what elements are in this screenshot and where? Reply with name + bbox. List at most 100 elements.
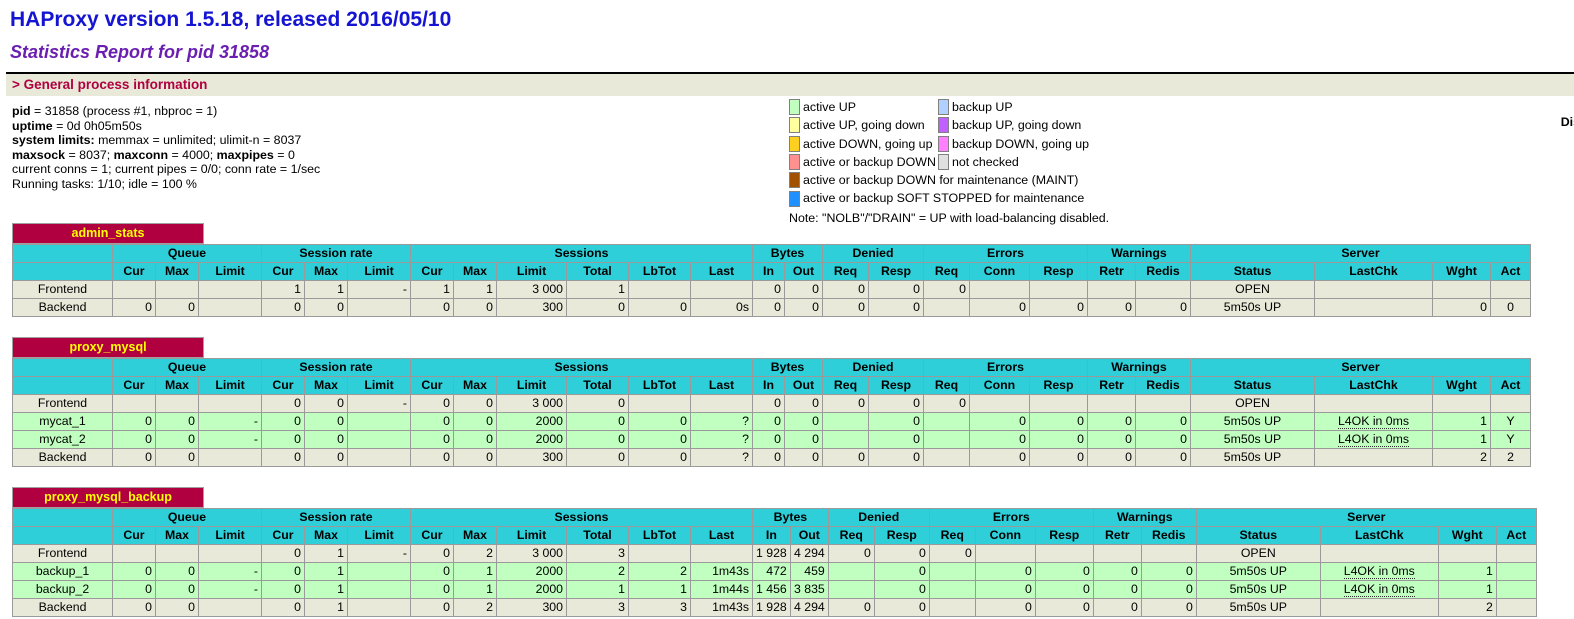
column-header-req-15[interactable]: Req [823,263,869,281]
column-header-limit-3[interactable]: Limit [199,377,262,395]
column-header-req-15[interactable]: Req [823,377,869,395]
column-header-status-22[interactable]: Status [1196,527,1320,545]
column-header-total-10[interactable]: Total [567,263,629,281]
column-header-cur-7[interactable]: Cur [411,527,454,545]
column-header-last-12[interactable]: Last [691,377,753,395]
column-header-max-5[interactable]: Max [305,377,348,395]
general-process-information-bar[interactable]: > General process information [6,74,1574,97]
column-header-total-10[interactable]: Total [567,527,629,545]
column-header-max-8[interactable]: Max [454,377,497,395]
column-header-cur-1[interactable]: Cur [113,263,156,281]
column-header-limit-9[interactable]: Limit [497,527,567,545]
row-name-backend[interactable]: Backend [13,449,113,467]
column-header-limit-3[interactable]: Limit [199,263,262,281]
column-header-retr-20[interactable]: Retr [1093,527,1141,545]
row-name-frontend[interactable]: Frontend [13,395,113,413]
column-header-out-14[interactable]: Out [785,263,823,281]
column-header-limit-6[interactable]: Limit [348,263,411,281]
column-header-max-2[interactable]: Max [156,377,199,395]
row-name-server[interactable]: backup_1 [13,563,113,581]
column-header-resp-16[interactable]: Resp [869,377,924,395]
column-header-total-10[interactable]: Total [567,377,629,395]
table-row[interactable]: Backend00 00 0030000?0000 00005m50s UP 2… [13,449,1531,467]
column-header-blank[interactable] [13,377,113,395]
column-header-last-12[interactable]: Last [691,263,753,281]
table-row[interactable]: Frontend 00-003 0000 00000 OPEN [13,395,1531,413]
column-header-conn-18[interactable]: Conn [970,377,1030,395]
table-row[interactable]: mycat_100-00 00200000?00 0 00005m50s UPL… [13,413,1531,431]
row-name-server[interactable]: mycat_2 [13,431,113,449]
column-header-redis-21[interactable]: Redis [1136,377,1191,395]
column-header-lastchk-23[interactable]: LastChk [1315,377,1433,395]
proxy-name-header[interactable]: admin_stats [12,223,204,244]
column-header-req-17[interactable]: Req [924,263,970,281]
column-header-blank[interactable] [13,263,113,281]
column-header-cur-4[interactable]: Cur [262,377,305,395]
column-header-max-8[interactable]: Max [454,527,497,545]
column-header-retr-20[interactable]: Retr [1088,377,1136,395]
column-header-cur-7[interactable]: Cur [411,377,454,395]
row-name-frontend[interactable]: Frontend [13,281,113,299]
column-header-limit-6[interactable]: Limit [348,527,411,545]
row-name-server[interactable]: backup_2 [13,581,113,599]
table-row[interactable]: Backend00 00 00300000s0000 00005m50s UP … [13,299,1531,317]
column-header-resp-16[interactable]: Resp [869,263,924,281]
column-header-out-14[interactable]: Out [790,527,828,545]
column-header-redis-21[interactable]: Redis [1136,263,1191,281]
column-header-blank[interactable] [13,527,113,545]
column-header-in-13[interactable]: In [753,263,785,281]
column-header-last-12[interactable]: Last [691,527,753,545]
column-header-wght-24[interactable]: Wght [1433,263,1491,281]
column-header-cur-7[interactable]: Cur [411,263,454,281]
column-header-req-15[interactable]: Req [828,527,874,545]
table-row[interactable]: Backend00 01 02300331m43s1 9284 29400 00… [13,599,1537,617]
column-header-cur-4[interactable]: Cur [262,527,305,545]
column-header-limit-6[interactable]: Limit [348,377,411,395]
column-header-lbtot-11[interactable]: LbTot [629,377,691,395]
column-header-redis-21[interactable]: Redis [1141,527,1196,545]
proxy-name-header[interactable]: proxy_mysql_backup [12,487,204,508]
row-name-backend[interactable]: Backend [13,599,113,617]
table-row[interactable]: backup_200-01 012000111m44s1 4563 835 0 … [13,581,1537,599]
column-header-max-2[interactable]: Max [156,527,199,545]
column-header-act-25[interactable]: Act [1491,377,1531,395]
column-header-in-13[interactable]: In [753,377,785,395]
column-header-max-2[interactable]: Max [156,263,199,281]
column-header-cur-4[interactable]: Cur [262,263,305,281]
row-name-frontend[interactable]: Frontend [13,545,113,563]
column-header-lastchk-23[interactable]: LastChk [1320,527,1438,545]
column-header-resp-16[interactable]: Resp [874,527,929,545]
column-header-resp-19[interactable]: Resp [1030,263,1088,281]
column-header-cur-1[interactable]: Cur [113,377,156,395]
display-option-link[interactable]: Dis [1561,115,1574,129]
column-header-act-25[interactable]: Act [1491,263,1531,281]
column-header-status-22[interactable]: Status [1191,263,1315,281]
table-row[interactable]: backup_100-01 012000221m43s472459 0 0000… [13,563,1537,581]
column-header-max-8[interactable]: Max [454,263,497,281]
column-header-lbtot-11[interactable]: LbTot [629,263,691,281]
table-row[interactable]: Frontend 11-113 0001 00000 OPEN [13,281,1531,299]
column-header-in-13[interactable]: In [753,527,791,545]
column-header-lastchk-23[interactable]: LastChk [1315,263,1433,281]
column-header-status-22[interactable]: Status [1191,377,1315,395]
row-name-backend[interactable]: Backend [13,299,113,317]
column-header-out-14[interactable]: Out [785,377,823,395]
column-header-req-17[interactable]: Req [924,377,970,395]
column-header-limit-3[interactable]: Limit [199,527,262,545]
column-header-max-5[interactable]: Max [305,527,348,545]
table-row[interactable]: Frontend 01-023 0003 1 9284 294000 OPEN [13,545,1537,563]
column-header-act-25[interactable]: Act [1496,527,1536,545]
column-header-limit-9[interactable]: Limit [497,377,567,395]
column-header-conn-18[interactable]: Conn [970,263,1030,281]
column-header-conn-18[interactable]: Conn [975,527,1035,545]
column-header-max-5[interactable]: Max [305,263,348,281]
column-header-lbtot-11[interactable]: LbTot [629,527,691,545]
column-header-limit-9[interactable]: Limit [497,263,567,281]
column-header-wght-24[interactable]: Wght [1438,527,1496,545]
column-header-resp-19[interactable]: Resp [1035,527,1093,545]
column-header-req-17[interactable]: Req [929,527,975,545]
table-row[interactable]: mycat_200-00 00200000?00 0 00005m50s UPL… [13,431,1531,449]
column-header-resp-19[interactable]: Resp [1030,377,1088,395]
column-header-retr-20[interactable]: Retr [1088,263,1136,281]
row-name-server[interactable]: mycat_1 [13,413,113,431]
